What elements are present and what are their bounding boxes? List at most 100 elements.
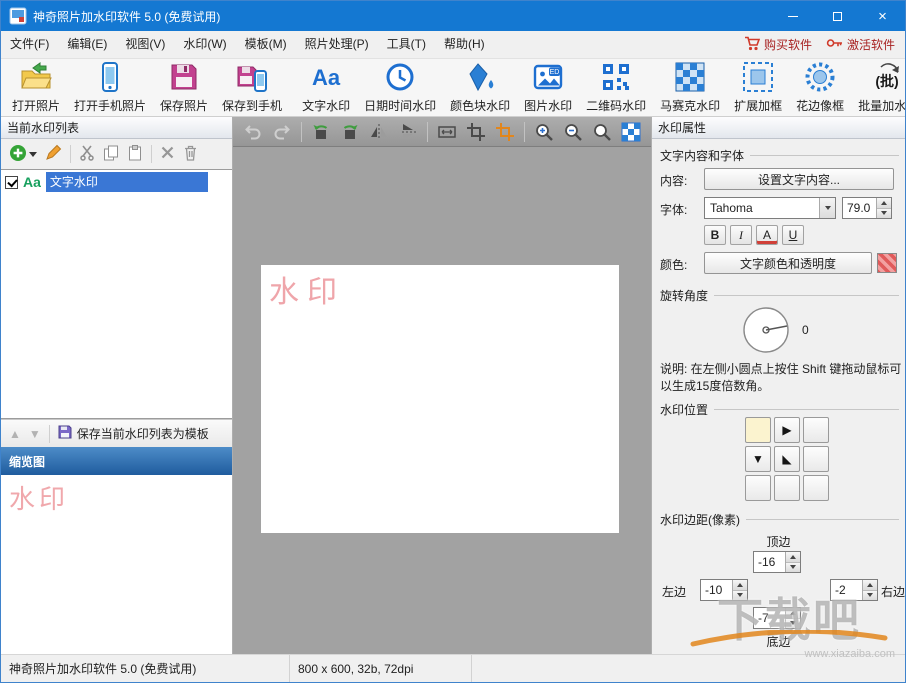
floppy-icon	[58, 425, 72, 442]
buy-software-button[interactable]: 购买软件	[744, 36, 812, 54]
menu-watermark[interactable]: 水印(W)	[174, 31, 235, 58]
rotate-right-button[interactable]	[338, 120, 362, 144]
font-size-spinner[interactable]: 79.0	[842, 197, 892, 219]
extend-frame-button[interactable]: 扩展加框	[727, 61, 789, 115]
menu-photo-process[interactable]: 照片处理(P)	[296, 31, 378, 58]
position-cell-center[interactable]: ◣	[774, 446, 800, 472]
color-block-watermark-button[interactable]: 颜色块水印	[443, 61, 517, 115]
maximize-button[interactable]	[815, 1, 860, 31]
menu-help[interactable]: 帮助(H)	[435, 31, 494, 58]
rotate-left-button[interactable]	[309, 120, 333, 144]
set-text-content-button[interactable]: 设置文字内容...	[704, 168, 894, 190]
item-checkbox[interactable]	[5, 175, 18, 189]
canvas-area[interactable]: 水印	[233, 147, 651, 654]
watermark-list-header: 当前水印列表	[1, 117, 232, 139]
watermark-text[interactable]: 水印	[269, 267, 345, 311]
flip-vertical-button[interactable]	[396, 120, 420, 144]
undo-button[interactable]	[241, 120, 265, 144]
section-rotation: 旋转角度	[660, 287, 899, 304]
section-font: 文字内容和字体	[660, 147, 899, 164]
paste-button[interactable]	[127, 144, 143, 164]
position-cell-bottom-center[interactable]	[774, 475, 800, 501]
edit-watermark-button[interactable]	[45, 144, 62, 164]
spin-down-button[interactable]	[863, 589, 877, 600]
spin-up-button[interactable]	[786, 608, 800, 618]
menu-template[interactable]: 模板(M)	[236, 31, 296, 58]
item-label[interactable]: 文字水印	[45, 172, 208, 192]
rotation-dial[interactable]	[740, 304, 792, 359]
position-cell-middle-right[interactable]	[803, 446, 829, 472]
margin-right-spinner[interactable]: -2	[830, 579, 878, 601]
add-watermark-button[interactable]	[9, 144, 37, 165]
redo-button[interactable]	[270, 120, 294, 144]
margin-left-label: 左边	[662, 585, 687, 599]
zoom-in-button[interactable]	[532, 120, 556, 144]
lace-frame-button[interactable]: 花边像框	[789, 61, 851, 115]
color-swatch[interactable]	[877, 253, 897, 273]
menu-edit[interactable]: 编辑(E)	[58, 31, 116, 58]
spin-up-button[interactable]	[863, 580, 877, 590]
app-window: 神奇照片加水印软件 5.0 (免费试用) × 文件(F) 编辑(E) 视图(V)…	[0, 0, 906, 683]
menu-tools[interactable]: 工具(T)	[378, 31, 435, 58]
font-color-button[interactable]: A	[756, 225, 778, 245]
fit-window-button[interactable]	[619, 120, 643, 144]
menu-file[interactable]: 文件(F)	[1, 31, 58, 58]
margin-left-spinner[interactable]: -10	[700, 579, 748, 601]
bold-button[interactable]: B	[704, 225, 726, 245]
position-cell-middle-left[interactable]: ▼	[745, 446, 771, 472]
copy-button[interactable]	[103, 145, 119, 164]
position-cell-bottom-right[interactable]	[803, 475, 829, 501]
spin-down-button[interactable]	[877, 207, 891, 218]
arrow-diagonal-icon: ◣	[782, 452, 792, 466]
close-button[interactable]: ×	[860, 1, 905, 31]
zoom-out-button[interactable]	[561, 120, 585, 144]
delete-button[interactable]	[160, 145, 175, 163]
text-watermark-button[interactable]: Aa 文字水印	[295, 61, 357, 115]
spin-up-button[interactable]	[877, 198, 891, 208]
spin-up-button[interactable]	[733, 580, 747, 590]
spin-down-button[interactable]	[786, 561, 800, 572]
spin-up-button[interactable]	[786, 552, 800, 562]
position-cell-top-center[interactable]: ▶	[774, 417, 800, 443]
datetime-watermark-button[interactable]: 日期时间水印	[357, 61, 443, 115]
margin-left-value: -10	[705, 583, 723, 597]
spin-down-button[interactable]	[733, 589, 747, 600]
margin-top-spinner[interactable]: -16	[753, 551, 801, 573]
position-cell-top-left[interactable]	[745, 417, 771, 443]
save-template-button[interactable]: 保存当前水印列表为模板	[58, 425, 209, 442]
chevron-down-icon	[29, 151, 37, 157]
spin-down-button[interactable]	[786, 617, 800, 628]
save-photo-button[interactable]: 保存照片	[153, 61, 215, 115]
activate-software-button[interactable]: 激活软件	[826, 36, 895, 53]
batch-watermark-button[interactable]: (批) 批量加水印	[851, 61, 905, 115]
cut-button[interactable]	[79, 144, 95, 164]
trash-button[interactable]	[183, 145, 198, 164]
position-cell-bottom-left[interactable]	[745, 475, 771, 501]
list-item[interactable]: Aa 文字水印	[1, 170, 232, 194]
position-cell-top-right[interactable]	[803, 417, 829, 443]
image-watermark-button[interactable]: ED 图片水印	[517, 61, 579, 115]
text-color-opacity-button[interactable]: 文字颜色和透明度	[704, 252, 872, 274]
underline-button[interactable]: U	[782, 225, 804, 245]
margin-bottom-spinner[interactable]: -7	[753, 607, 801, 629]
qrcode-watermark-button[interactable]: 二维码水印	[579, 61, 653, 115]
move-up-button[interactable]: ▲	[9, 427, 21, 441]
auto-crop-button[interactable]	[493, 120, 517, 144]
resize-button[interactable]	[435, 120, 459, 144]
zoom-actual-button[interactable]	[590, 120, 614, 144]
crop-button[interactable]	[464, 120, 488, 144]
chevron-down-icon[interactable]	[819, 198, 835, 218]
mosaic-watermark-button[interactable]: 马赛克水印	[653, 61, 727, 115]
open-phone-photo-button[interactable]: 打开手机照片	[67, 61, 153, 115]
italic-button[interactable]: I	[730, 225, 752, 245]
minimize-button[interactable]	[770, 1, 815, 31]
save-to-phone-button[interactable]: 保存到手机	[215, 61, 289, 115]
photo-canvas[interactable]: 水印	[261, 265, 619, 533]
flip-horizontal-button[interactable]	[367, 120, 391, 144]
move-down-button[interactable]: ▼	[29, 427, 41, 441]
menu-view[interactable]: 视图(V)	[116, 31, 174, 58]
font-family-select[interactable]: Tahoma	[704, 197, 836, 219]
open-photo-button[interactable]: 打开照片	[5, 61, 67, 115]
svg-text:(批): (批)	[876, 73, 899, 89]
image-watermark-icon: ED	[532, 61, 564, 96]
